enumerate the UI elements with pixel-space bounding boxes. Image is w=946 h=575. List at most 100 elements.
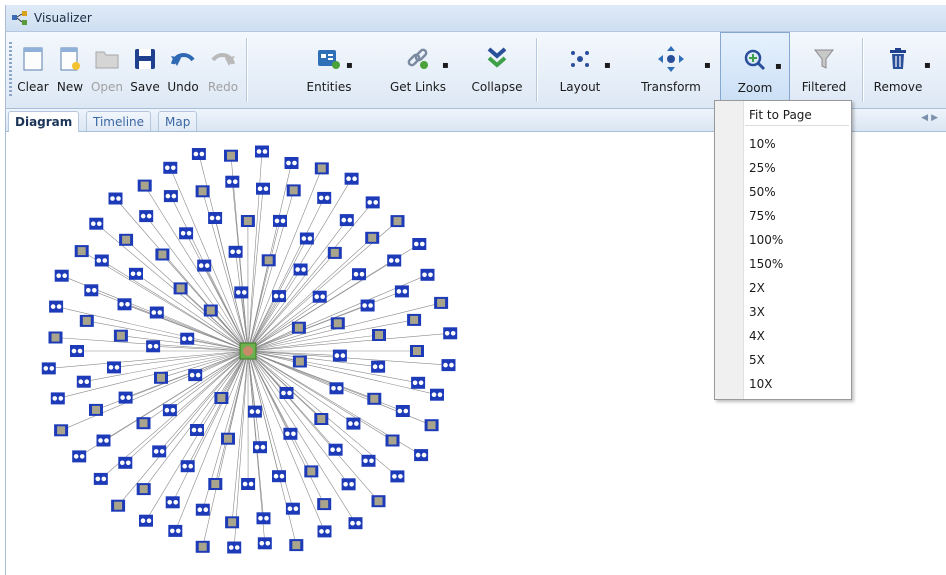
- document-node-icon[interactable]: [137, 179, 152, 192]
- tab-diagram[interactable]: Diagram: [8, 111, 80, 132]
- link-node-icon[interactable]: [93, 472, 108, 485]
- layout-button[interactable]: ▪ Layout: [550, 32, 611, 108]
- link-node-icon[interactable]: [247, 405, 262, 418]
- link-node-icon[interactable]: [430, 388, 444, 401]
- link-node-icon[interactable]: [107, 361, 121, 374]
- link-node-icon[interactable]: [341, 478, 356, 491]
- open-button[interactable]: Open: [88, 32, 126, 108]
- document-node-icon[interactable]: [155, 248, 170, 261]
- link-node-icon[interactable]: [279, 387, 294, 399]
- document-node-icon[interactable]: [367, 392, 382, 405]
- document-node-icon[interactable]: [79, 314, 94, 327]
- link-node-icon[interactable]: [49, 300, 64, 313]
- zoom-2x[interactable]: 2X: [749, 278, 765, 298]
- document-node-icon[interactable]: [119, 233, 134, 246]
- document-node-icon[interactable]: [195, 540, 210, 553]
- link-node-icon[interactable]: [352, 268, 366, 281]
- document-node-icon[interactable]: [410, 345, 424, 357]
- link-node-icon[interactable]: [117, 298, 132, 311]
- link-node-icon[interactable]: [89, 217, 104, 230]
- zoom-100[interactable]: 100%: [749, 230, 783, 250]
- toolbar-grip[interactable]: [9, 42, 12, 98]
- document-node-icon[interactable]: [111, 499, 126, 512]
- document-node-icon[interactable]: [304, 465, 319, 478]
- document-node-icon[interactable]: [371, 495, 386, 508]
- get-links-button[interactable]: ▪ Get Links: [384, 32, 452, 108]
- link-node-icon[interactable]: [118, 456, 133, 469]
- link-node-icon[interactable]: [293, 263, 308, 276]
- document-node-icon[interactable]: [225, 516, 240, 529]
- collapse-button[interactable]: Collapse: [466, 32, 528, 108]
- link-node-icon[interactable]: [191, 148, 206, 160]
- person-photo-icon[interactable]: [239, 342, 257, 360]
- document-node-icon[interactable]: [214, 392, 229, 404]
- link-node-icon[interactable]: [70, 345, 84, 357]
- document-node-icon[interactable]: [136, 417, 151, 430]
- link-node-icon[interactable]: [317, 525, 332, 538]
- link-node-icon[interactable]: [180, 460, 195, 473]
- link-node-icon[interactable]: [365, 196, 380, 209]
- remove-button[interactable]: ▪ Remove: [868, 32, 931, 108]
- document-node-icon[interactable]: [330, 317, 345, 330]
- link-node-icon[interactable]: [197, 259, 212, 272]
- document-node-icon[interactable]: [289, 539, 304, 552]
- zoom-4x[interactable]: 4X: [749, 326, 765, 346]
- document-node-icon[interactable]: [89, 403, 103, 416]
- document-node-icon[interactable]: [74, 245, 89, 258]
- link-node-icon[interactable]: [328, 443, 343, 456]
- link-node-icon[interactable]: [348, 517, 363, 530]
- link-node-icon[interactable]: [394, 285, 409, 298]
- link-node-icon[interactable]: [76, 375, 91, 388]
- link-node-icon[interactable]: [139, 514, 153, 527]
- new-button[interactable]: New: [54, 32, 86, 108]
- clear-button[interactable]: Clear: [14, 32, 52, 108]
- document-node-icon[interactable]: [292, 355, 307, 368]
- link-node-icon[interactable]: [360, 299, 375, 312]
- link-node-icon[interactable]: [332, 349, 347, 362]
- link-node-icon[interactable]: [272, 470, 286, 483]
- zoom-75[interactable]: 75%: [749, 206, 776, 226]
- link-node-icon[interactable]: [284, 157, 299, 169]
- tab-map[interactable]: Map: [158, 111, 198, 131]
- document-node-icon[interactable]: [208, 478, 223, 490]
- document-node-icon[interactable]: [317, 498, 332, 511]
- document-node-icon[interactable]: [173, 282, 188, 295]
- link-node-icon[interactable]: [329, 382, 344, 395]
- link-node-icon[interactable]: [225, 175, 240, 188]
- link-node-icon[interactable]: [163, 190, 178, 203]
- link-node-icon[interactable]: [283, 427, 298, 440]
- document-node-icon[interactable]: [407, 313, 422, 326]
- document-node-icon[interactable]: [314, 413, 329, 425]
- link-node-icon[interactable]: [361, 454, 376, 467]
- document-node-icon[interactable]: [365, 231, 380, 244]
- document-node-icon[interactable]: [385, 434, 400, 447]
- link-node-icon[interactable]: [72, 450, 87, 463]
- link-node-icon[interactable]: [162, 404, 177, 417]
- zoom-10[interactable]: 10%: [749, 134, 776, 154]
- document-node-icon[interactable]: [390, 215, 405, 228]
- link-node-icon[interactable]: [180, 332, 195, 345]
- undo-button[interactable]: Undo: [164, 32, 202, 108]
- link-node-icon[interactable]: [443, 327, 458, 340]
- link-node-icon[interactable]: [168, 524, 183, 537]
- tab-timeline[interactable]: Timeline: [86, 111, 152, 131]
- document-node-icon[interactable]: [291, 321, 306, 334]
- link-node-icon[interactable]: [108, 192, 123, 205]
- document-node-icon[interactable]: [221, 432, 235, 445]
- save-button[interactable]: Save: [128, 32, 162, 108]
- filtered-button[interactable]: Filtered: [794, 32, 854, 108]
- document-node-icon[interactable]: [154, 371, 168, 384]
- zoom-50[interactable]: 50%: [749, 182, 776, 202]
- document-node-icon[interactable]: [261, 254, 276, 267]
- document-node-icon[interactable]: [286, 184, 301, 197]
- link-node-icon[interactable]: [441, 359, 456, 372]
- link-node-icon[interactable]: [94, 254, 109, 267]
- link-node-icon[interactable]: [139, 210, 154, 223]
- link-node-icon[interactable]: [227, 541, 242, 554]
- link-node-icon[interactable]: [118, 391, 133, 404]
- link-node-icon[interactable]: [96, 434, 111, 447]
- link-node-icon[interactable]: [411, 376, 426, 389]
- link-node-icon[interactable]: [371, 360, 386, 373]
- zoom-5x[interactable]: 5X: [749, 350, 765, 370]
- link-node-icon[interactable]: [395, 405, 410, 417]
